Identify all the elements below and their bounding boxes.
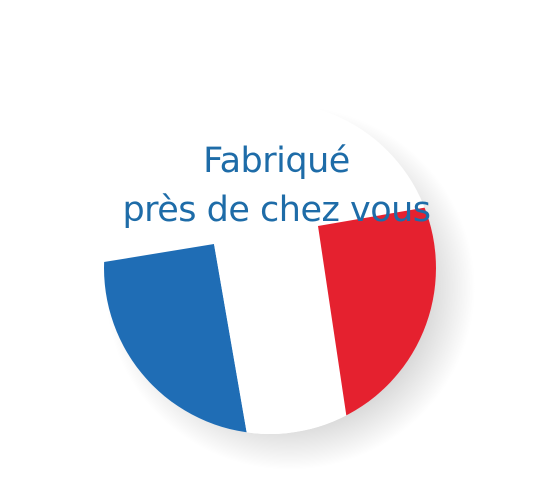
badge-title-line-2: près de chez vous [122,190,431,230]
badge-canvas: Fabriqué près de chez vous [0,0,553,480]
badge-title-line-1: Fabriqué [203,141,350,181]
fabrique-badge [104,102,475,470]
